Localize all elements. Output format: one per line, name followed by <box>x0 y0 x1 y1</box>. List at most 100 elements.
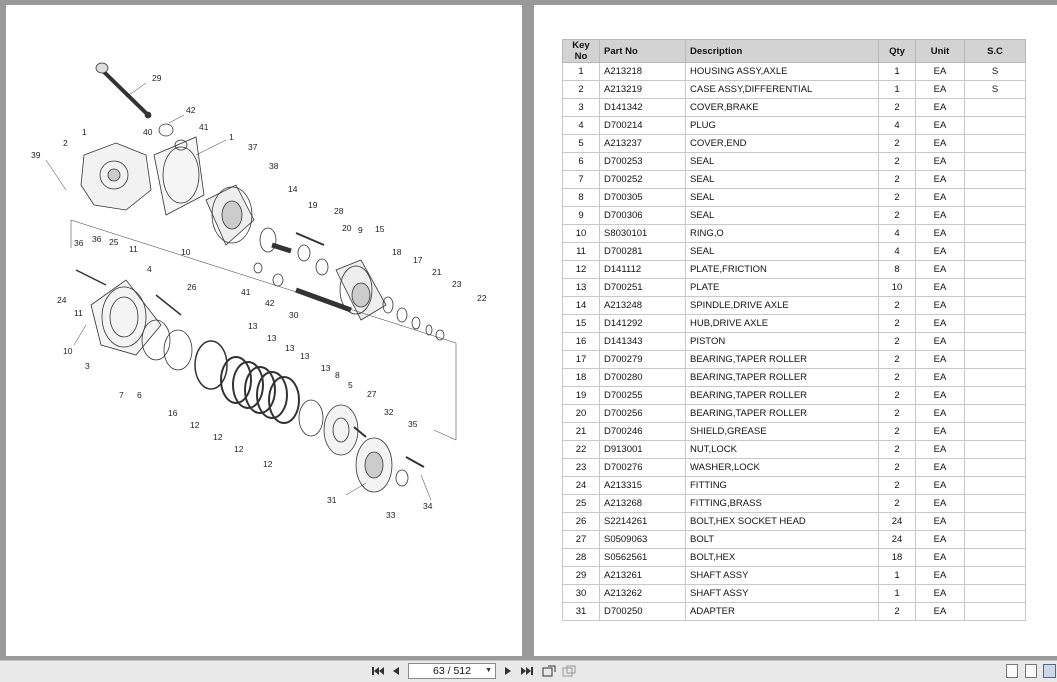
unit-cell: EA <box>915 260 965 279</box>
fit-icon[interactable] <box>561 663 577 679</box>
part-nut-22 <box>435 329 445 341</box>
prev-page-icon[interactable] <box>388 663 404 679</box>
table-row: 26 S2214261 BOLT,HEX SOCKET HEAD 24 EA <box>562 512 1026 531</box>
key-no-cell: 6 <box>562 152 600 171</box>
sc-cell <box>964 134 1026 153</box>
callout-label: 20 <box>342 223 352 233</box>
description-cell: BOLT,HEX <box>685 548 879 567</box>
col-part-no: Part No <box>599 39 686 63</box>
qty-cell: 2 <box>878 494 916 513</box>
table-row: 14 A213248 SPINDLE,DRIVE AXLE 2 EA <box>562 296 1026 315</box>
continuous-icon[interactable] <box>1025 664 1037 678</box>
part-hub-15 <box>335 259 387 321</box>
two-page-icon[interactable] <box>1043 664 1056 678</box>
description-cell: PLUG <box>685 116 879 135</box>
unit-cell: EA <box>915 440 965 459</box>
sc-cell <box>964 548 1026 567</box>
part-bolt-26 <box>155 294 182 316</box>
unit-cell: EA <box>915 62 965 81</box>
table-row: 22 D913001 NUT,LOCK 2 EA <box>562 440 1026 459</box>
qty-cell: 2 <box>878 296 916 315</box>
description-cell: RING,O <box>685 224 879 243</box>
key-no-cell: 25 <box>562 494 600 513</box>
key-no-cell: 14 <box>562 296 600 315</box>
callout-label: 15 <box>375 224 385 234</box>
unit-cell: EA <box>915 98 965 117</box>
callout-label: 13 <box>248 321 258 331</box>
qty-cell: 2 <box>878 404 916 423</box>
description-cell: ADAPTER <box>685 602 879 621</box>
part-no-cell: A213237 <box>599 134 686 153</box>
key-no-cell: 1 <box>562 62 600 81</box>
qty-cell: 2 <box>878 188 916 207</box>
part-no-cell: D700252 <box>599 170 686 189</box>
first-page-icon[interactable] <box>370 663 386 679</box>
qty-cell: 2 <box>878 350 916 369</box>
callout-label: 39 <box>31 150 41 160</box>
callout-label: 36 <box>74 238 84 248</box>
key-no-cell: 29 <box>562 566 600 585</box>
callout-label: 42 <box>265 298 275 308</box>
description-cell: SHIELD,GREASE <box>685 422 879 441</box>
table-row: 18 D700280 BEARING,TAPER ROLLER 2 EA <box>562 368 1026 387</box>
sc-cell <box>964 350 1026 369</box>
unit-cell: EA <box>915 314 965 333</box>
callout-label: 22 <box>477 293 487 303</box>
unit-cell: EA <box>915 584 965 603</box>
sc-cell <box>964 386 1026 405</box>
table-row: 2 A213219 CASE ASSY,DIFFERENTIAL 1 EA S <box>562 80 1026 99</box>
callout-label: 29 <box>152 73 162 83</box>
key-no-cell: 18 <box>562 368 600 387</box>
callout-label: 18 <box>392 247 402 257</box>
table-row: 10 S8030101 RING,O 4 EA <box>562 224 1026 243</box>
unit-cell: EA <box>915 458 965 477</box>
part-no-cell: D700276 <box>599 458 686 477</box>
key-no-cell: 5 <box>562 134 600 153</box>
key-no-cell: 31 <box>562 602 600 621</box>
col-qty: Qty <box>878 39 916 63</box>
next-page-icon[interactable] <box>500 663 516 679</box>
exploded-axle-diagram: 2942411 402137393814192820 9 151036 36 251141… <box>31 62 487 520</box>
unit-cell: EA <box>915 224 965 243</box>
description-cell: CASE ASSY,DIFFERENTIAL <box>685 80 879 99</box>
table-row: 13 D700251 PLATE 10 EA <box>562 278 1026 297</box>
description-cell: BEARING,TAPER ROLLER <box>685 350 879 369</box>
sc-cell: S <box>964 62 1026 81</box>
last-page-icon[interactable] <box>519 663 535 679</box>
qty-cell: 1 <box>878 80 916 99</box>
callout-label: 12 <box>234 444 244 454</box>
callout-label: 28 <box>334 206 344 216</box>
table-row: 20 D700256 BEARING,TAPER ROLLER 2 EA <box>562 404 1026 423</box>
qty-cell: 24 <box>878 512 916 531</box>
sc-cell <box>964 296 1026 315</box>
chevron-down-icon[interactable]: ▼ <box>485 667 492 674</box>
description-cell: HUB,DRIVE AXLE <box>685 314 879 333</box>
qty-cell: 2 <box>878 98 916 117</box>
description-cell: PISTON <box>685 332 879 351</box>
qty-cell: 2 <box>878 170 916 189</box>
single-page-icon[interactable] <box>1006 664 1018 678</box>
description-cell: SEAL <box>685 170 879 189</box>
sc-cell <box>964 260 1026 279</box>
callout-labels: 2942411 402137393814192820 9 151036 36 251141… <box>31 73 487 520</box>
description-cell: SEAL <box>685 152 879 171</box>
key-no-cell: 28 <box>562 548 600 567</box>
callout-label: 2 <box>63 138 68 148</box>
rotate-icon[interactable] <box>541 663 557 679</box>
qty-cell: 4 <box>878 116 916 135</box>
callout-label: 27 <box>367 389 377 399</box>
callout-label: 40 <box>143 127 153 137</box>
callout-label: 13 <box>267 333 277 343</box>
sc-cell <box>964 530 1026 549</box>
callout-label: 32 <box>384 407 394 417</box>
description-cell: BEARING,TAPER ROLLER <box>685 386 879 405</box>
part-shaft-29 <box>95 62 152 119</box>
page-number-field[interactable]: 63 / 512 ▼ <box>408 663 496 679</box>
callout-label: 37 <box>248 142 258 152</box>
callout-label: 41 <box>241 287 251 297</box>
table-row: 24 A213315 FITTING 2 EA <box>562 476 1026 495</box>
part-seal-8 <box>298 399 324 437</box>
part-brake-cover-3 <box>90 279 162 356</box>
key-no-cell: 17 <box>562 350 600 369</box>
callout-label: 13 <box>285 343 295 353</box>
